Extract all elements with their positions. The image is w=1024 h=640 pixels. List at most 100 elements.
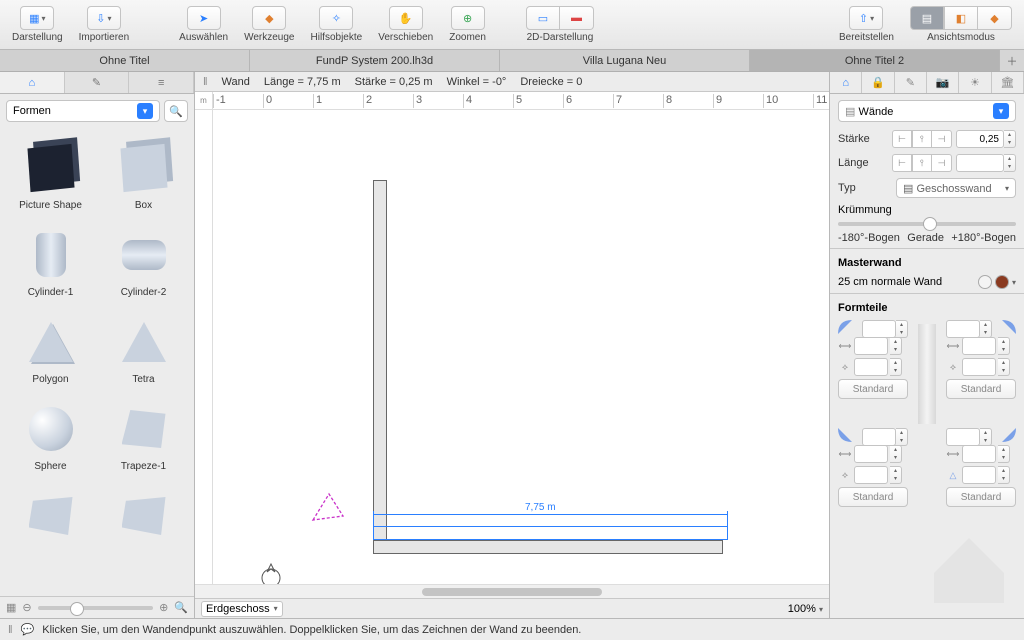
canvas-zoom-label[interactable]: 100% ▾: [788, 603, 823, 615]
library-zoom-slider[interactable]: [38, 606, 153, 610]
ft-tr-w[interactable]: [962, 337, 996, 355]
info-object: Wand: [222, 76, 250, 88]
canvas-hscroll[interactable]: [195, 584, 829, 598]
shape-cell[interactable]: Cylinder-2: [99, 221, 188, 304]
inspector-tab-lock[interactable]: 🔒: [862, 72, 894, 93]
shape-preview: [27, 144, 74, 192]
ft-bl-radius[interactable]: [862, 428, 896, 446]
library-tab-shapes[interactable]: ⌂: [0, 72, 65, 93]
length-input[interactable]: [956, 154, 1004, 172]
compass-icon: [257, 562, 285, 584]
drawing-canvas[interactable]: 7,75 m: [213, 110, 829, 584]
thickness-align-seg[interactable]: ⊢⫯⊣: [892, 130, 952, 148]
inspector-tab-edit[interactable]: ✎: [895, 72, 927, 93]
status-chat-icon: 💬: [21, 623, 35, 636]
type-combo[interactable]: ▤ Geschosswand▾: [896, 178, 1016, 198]
shape-cell[interactable]: Tetra: [99, 308, 188, 391]
zoom-in-icon[interactable]: ⊕: [159, 601, 168, 614]
wall-vertical[interactable]: [373, 180, 387, 540]
tools-button[interactable]: ◆: [252, 6, 286, 30]
floor-selector[interactable]: Erdgeschoss▾: [201, 601, 283, 617]
shape-label: Cylinder-1: [28, 287, 74, 298]
length-stepper[interactable]: ▴▾: [1004, 154, 1016, 172]
ft-tl-h[interactable]: [854, 358, 888, 376]
ft-tl-w[interactable]: [854, 337, 888, 355]
properties-icon: ⌂: [842, 77, 849, 89]
shape-cell[interactable]: Trapeze-1: [99, 395, 188, 478]
shape-cell[interactable]: Sphere: [6, 395, 95, 478]
tab-0[interactable]: Ohne Titel: [0, 50, 250, 71]
shape-cell[interactable]: [6, 482, 95, 554]
inspector-category-combo[interactable]: ▤ Wände▾: [838, 100, 1016, 122]
move-tool[interactable]: ✋: [389, 6, 423, 30]
ft-bl-h[interactable]: [854, 466, 888, 484]
shape-preview: [36, 233, 66, 277]
library-search-button[interactable]: 🔍: [164, 100, 188, 122]
ft-tl-standard[interactable]: Standard: [838, 379, 908, 399]
ft-tr-standard[interactable]: Standard: [946, 379, 1016, 399]
share-button[interactable]: ⇧▾: [849, 6, 883, 30]
thickness-input[interactable]: [956, 130, 1004, 148]
shape-cell[interactable]: Cylinder-1: [6, 221, 95, 304]
shape-preview: [29, 322, 73, 362]
width-icon: ⟷: [946, 341, 960, 352]
ft-br-w[interactable]: [962, 445, 996, 463]
ft-tl-radius[interactable]: [862, 320, 896, 338]
view2d-segment[interactable]: ▭▬: [526, 6, 594, 30]
library-category-combo[interactable]: Formen▾: [6, 100, 160, 122]
thickness-stepper[interactable]: ▴▾: [1004, 130, 1016, 148]
inspector-panel: ⌂ 🔒 ✎ 📷 ☀ 🏛 ▤ Wände▾ Stärke ⊢⫯⊣ ▴▾ Länge…: [829, 72, 1024, 618]
search-icon[interactable]: 🔍: [174, 601, 188, 614]
swatch-white: [978, 275, 992, 289]
ft-br-h[interactable]: [962, 466, 996, 484]
thickness-label: Stärke: [838, 133, 870, 145]
ft-br-radius[interactable]: [946, 428, 980, 446]
add-tab-button[interactable]: ＋: [1000, 50, 1024, 71]
info-angle: Winkel = -0°: [447, 76, 507, 88]
guides-button[interactable]: ✧: [319, 6, 353, 30]
library-tab-3[interactable]: ≡: [129, 72, 194, 93]
shape-preview: [29, 497, 73, 535]
inspector-tab-light[interactable]: ☀: [959, 72, 991, 93]
shape-cell[interactable]: Polygon: [6, 308, 95, 391]
camera-icon: 📷: [936, 76, 950, 89]
building-icon: 🏛: [1000, 76, 1014, 89]
zoom-tool[interactable]: ⊕: [451, 6, 485, 30]
viewmode-segment[interactable]: ▤◧◆: [910, 6, 1012, 30]
height-icon: ⟡: [838, 362, 852, 373]
ft-tr-h[interactable]: [962, 358, 996, 376]
shape-label: Trapeze-1: [121, 461, 166, 472]
zoom-out-icon[interactable]: ⊖: [22, 601, 31, 614]
inspector-tab-properties[interactable]: ⌂: [830, 72, 862, 93]
canvas-panel: ‖ Wand Länge = 7,75 m Stärke = 0,25 m Wi…: [195, 72, 829, 618]
shape-cell[interactable]: Picture Shape: [6, 134, 95, 217]
library-tab-2[interactable]: ✎: [65, 72, 130, 93]
tab-3[interactable]: Ohne Titel 2: [750, 50, 1000, 71]
sketch-icon: ✎: [92, 76, 101, 89]
wall-horizontal[interactable]: [373, 540, 723, 554]
main-toolbar: ▦▾Darstellung ⇩▾Importieren ➤Auswählen ◆…: [0, 0, 1024, 50]
ruler-vertical: [195, 110, 213, 584]
tab-1[interactable]: FundP System 200.lh3d: [250, 50, 500, 71]
display-button[interactable]: ▦▾: [20, 6, 54, 30]
length-align-seg[interactable]: ⊢⫯⊣: [892, 154, 952, 172]
inspector-tab-camera[interactable]: 📷: [927, 72, 959, 93]
ft-tr-radius[interactable]: [946, 320, 980, 338]
shapes-icon: ⌂: [29, 77, 36, 89]
ft-bl-standard[interactable]: Standard: [838, 487, 908, 507]
shape-cell[interactable]: Box: [99, 134, 188, 217]
masterwall-dropdown[interactable]: ▾: [1012, 278, 1016, 287]
dimension-line: [373, 514, 728, 515]
tab-2[interactable]: Villa Lugana Neu: [500, 50, 750, 71]
inspector-tab-building[interactable]: 🏛: [992, 72, 1024, 93]
curvature-slider[interactable]: [838, 222, 1016, 226]
shape-label: Picture Shape: [19, 200, 82, 211]
select-tool[interactable]: ➤: [187, 6, 221, 30]
ft-bl-w[interactable]: [854, 445, 888, 463]
ft-br-standard[interactable]: Standard: [946, 487, 1016, 507]
import-button[interactable]: ⇩▾: [87, 6, 121, 30]
length-label: Länge: [838, 157, 869, 169]
info-bar: ‖ Wand Länge = 7,75 m Stärke = 0,25 m Wi…: [195, 72, 829, 92]
watermark-icon: [924, 518, 1014, 608]
shape-cell[interactable]: [99, 482, 188, 554]
